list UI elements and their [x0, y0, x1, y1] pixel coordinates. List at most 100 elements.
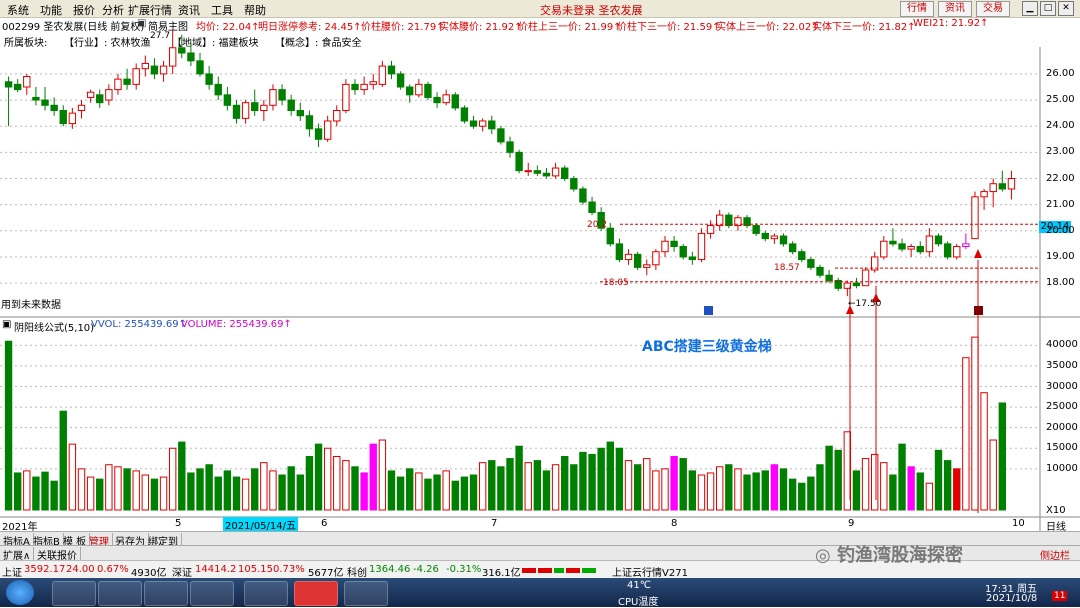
taskbar-app-4-icon[interactable] [190, 581, 234, 606]
volume-tick: 35000 [1046, 359, 1078, 371]
stock-chart[interactable] [0, 0, 1080, 560]
date-cursor: 2021/05/14/五 [223, 517, 299, 532]
volume-bar [515, 445, 523, 511]
candle-body [205, 73, 213, 85]
date-month-9: 9 [848, 518, 855, 529]
candle-body [542, 172, 551, 177]
sz-percent: 0.73% [273, 564, 305, 575]
cloud-quotes[interactable]: 上证云行情V271 [612, 564, 688, 579]
candle-body [278, 89, 286, 101]
candle-body [415, 83, 423, 96]
start-button[interactable] [6, 580, 34, 605]
volume-bar [980, 392, 988, 511]
sz-label[interactable]: 深证 [172, 564, 192, 579]
volume-bar [798, 482, 806, 511]
candle-body [396, 73, 405, 88]
candle-body [880, 240, 888, 258]
candle-body [369, 81, 377, 85]
candle-body [23, 76, 31, 88]
candle-body [168, 47, 177, 67]
volume-bar [77, 468, 86, 511]
volume-bar [50, 480, 58, 511]
sz-amount: 5677亿 [308, 568, 344, 579]
market-breadth-bar [522, 565, 602, 575]
taskbar-app-1-icon[interactable] [52, 581, 96, 606]
volume-bar [816, 464, 824, 511]
taskbar-app-5-icon[interactable] [244, 581, 288, 606]
volume-bar [934, 449, 943, 511]
candle-body [515, 151, 523, 172]
candle-body [314, 128, 323, 140]
taskbar-wechat-icon[interactable] [344, 581, 388, 606]
volume-bar [807, 476, 815, 511]
volume-bars [4, 336, 1007, 511]
candle-body [1007, 178, 1016, 190]
volume-bar [752, 472, 760, 511]
candle-body [214, 83, 222, 96]
volume-bar [907, 466, 915, 511]
volume-bar [633, 464, 642, 511]
volume-bar [305, 455, 314, 511]
taskbar-app-2-icon[interactable] [98, 581, 142, 606]
chart-grid [0, 47, 1080, 531]
kc-amount: 316.1亿 [482, 568, 521, 579]
volume-tick: 30000 [1046, 380, 1078, 392]
candle-body [251, 102, 259, 112]
volume-bar [351, 466, 359, 511]
volume-bar [779, 468, 788, 511]
volume-bar [606, 441, 614, 511]
volume-bar [679, 458, 687, 511]
indicator-name[interactable]: 阴阳线公式(5,10) [14, 319, 94, 334]
notification-badge[interactable]: 11 [1052, 591, 1068, 601]
volume-tick: 40000 [1046, 339, 1078, 351]
level-label-mid: 18.57 [774, 263, 800, 273]
clock-date[interactable]: 2021/10/8 [986, 593, 1037, 604]
candle-body [442, 94, 450, 104]
sz-change: 105.15 [238, 564, 273, 575]
volume-bar [998, 402, 1007, 511]
candle-body [779, 235, 788, 245]
candle-body [761, 232, 769, 240]
candle-body [816, 266, 824, 276]
volume-bar [770, 464, 779, 511]
date-month-10: 10 [1012, 518, 1025, 529]
volume-bar [706, 472, 715, 511]
sh-label[interactable]: 上证 [2, 564, 22, 579]
taskbar-app-3-icon[interactable] [144, 581, 188, 606]
price-tick: 18.00 [1046, 277, 1075, 289]
volume-bar [378, 439, 387, 511]
volume-bar [260, 462, 268, 511]
taskbar-securities-icon[interactable] [294, 581, 338, 606]
volume-bar [725, 464, 733, 511]
kc-label[interactable]: 科创 [347, 564, 367, 579]
volume-bar [524, 462, 532, 511]
candle-body [178, 47, 186, 54]
price-tick: 23.00 [1046, 146, 1075, 158]
candle-body [670, 240, 678, 247]
date-month-5: 5 [175, 518, 182, 529]
watermark-text: 钓渔湾股海探密 [837, 545, 963, 566]
volume-bar [670, 455, 678, 511]
volume-bar [898, 443, 906, 511]
candle-body [752, 225, 760, 234]
volume-bar [561, 455, 569, 511]
candle-body [342, 83, 350, 112]
indicator-expand-icon[interactable]: ▣ [2, 319, 11, 330]
candle-body [953, 245, 961, 258]
volume-bar [971, 336, 979, 511]
volume-bar [424, 478, 432, 511]
volume-bar [697, 474, 706, 511]
candle-body [788, 243, 797, 253]
volume-tick: 15000 [1046, 442, 1078, 454]
price-tick: 20.00 [1046, 224, 1075, 236]
kc-percent: -0.31% [446, 564, 482, 575]
volume-bar [925, 482, 934, 511]
candle-body [478, 120, 487, 127]
volume-bar [296, 474, 304, 511]
candle-body [59, 110, 67, 125]
volume-bar [433, 474, 441, 511]
candle-body [661, 240, 669, 253]
volume-bar [643, 458, 651, 511]
date-month-8: 8 [671, 518, 678, 529]
volume-bar [360, 472, 368, 511]
